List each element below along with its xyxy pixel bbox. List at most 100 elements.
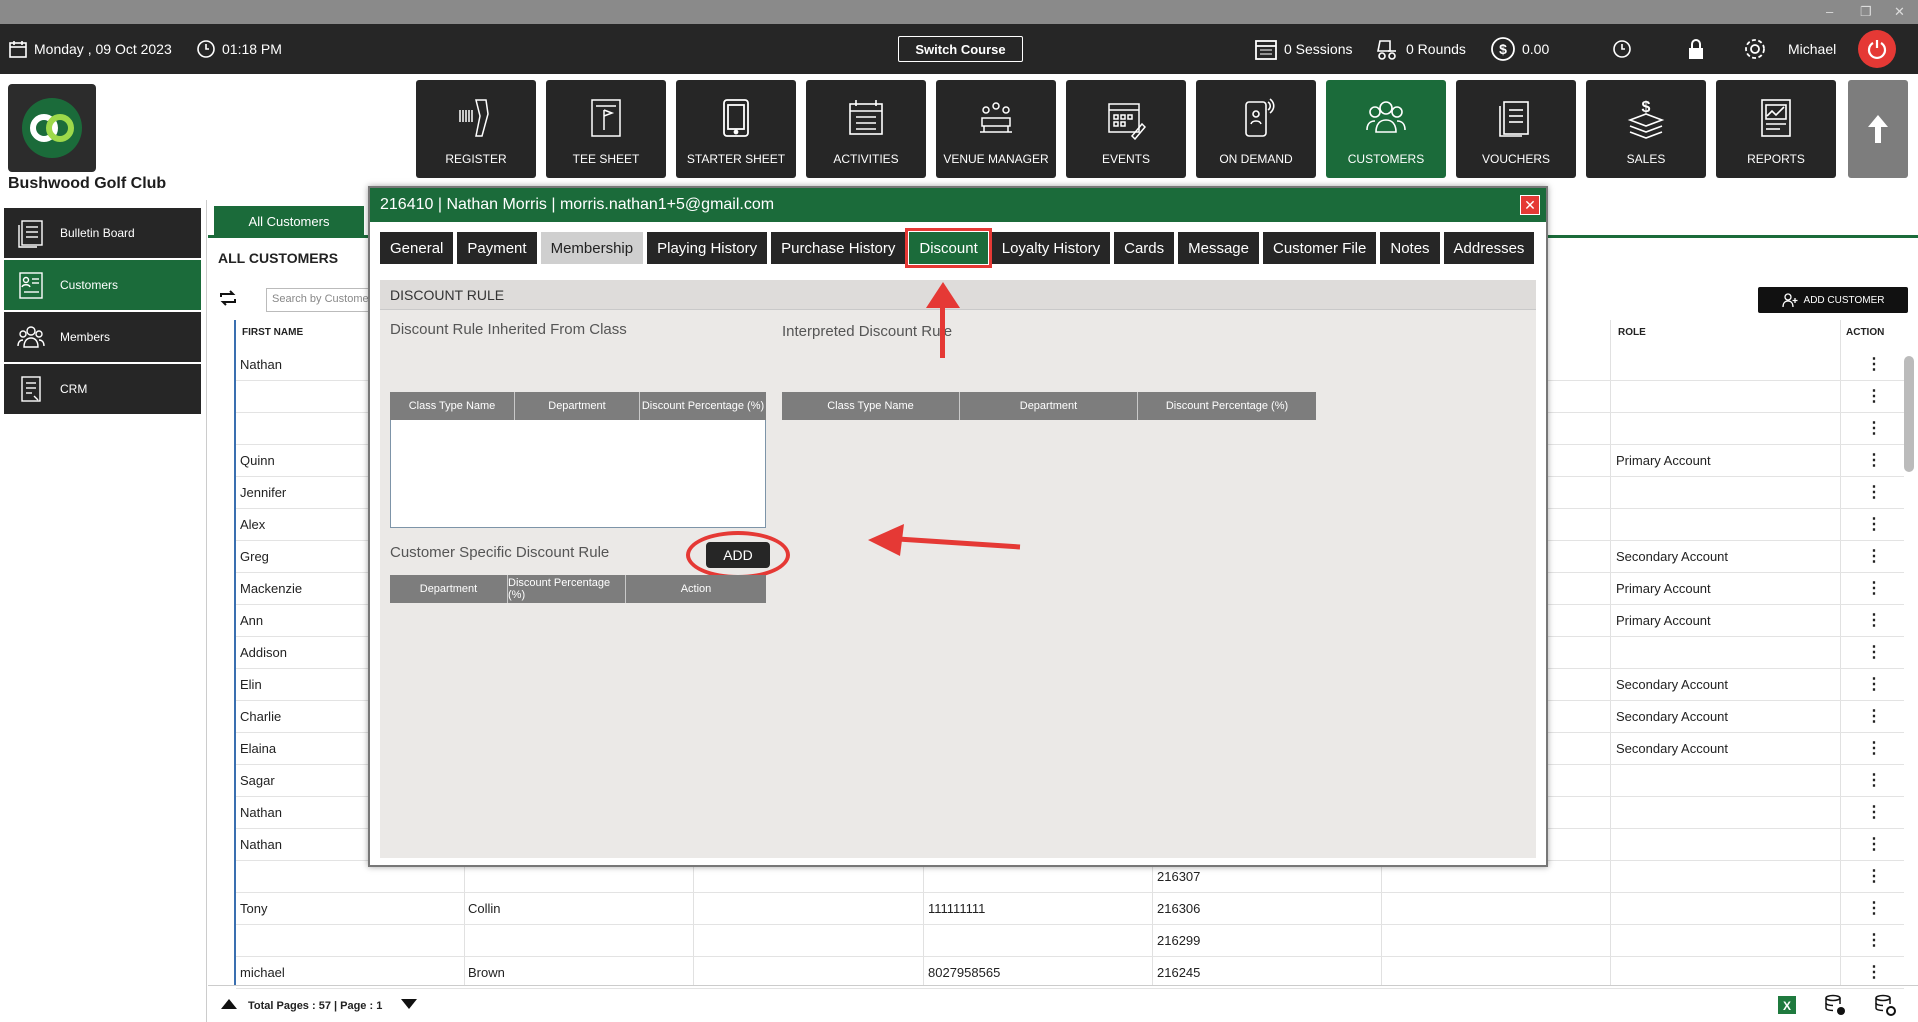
page-prev-icon[interactable] (220, 998, 238, 1013)
time-text: 01:18 PM (222, 41, 282, 57)
row-action-menu-icon[interactable]: ⋮ (1866, 866, 1882, 886)
cell-role: Primary Account (1616, 613, 1711, 628)
collapse-up-button[interactable] (1848, 80, 1908, 178)
close-window-icon[interactable]: ✕ (1894, 4, 1905, 20)
scrollbar-thumb[interactable] (1904, 356, 1914, 472)
col-class-type-name[interactable]: Class Type Name (390, 392, 515, 420)
club-logo (8, 84, 96, 172)
nav-activities-button[interactable]: ACTIVITIES (806, 80, 926, 178)
add-customer-button[interactable]: ADD CUSTOMER (1758, 287, 1908, 313)
nav-events-button[interactable]: EVENTS (1066, 80, 1186, 178)
nav-vouchers-button[interactable]: VOUCHERS (1456, 80, 1576, 178)
sidebar-item-members[interactable]: Members (4, 312, 201, 362)
nav-reports-label: REPORTS (1747, 152, 1805, 166)
database-settings-icon[interactable] (1874, 994, 1896, 1019)
row-action-menu-icon[interactable]: ⋮ (1866, 450, 1882, 470)
sidebar-divider (206, 200, 207, 1022)
refresh-icon[interactable] (218, 289, 238, 312)
lock-icon[interactable] (1686, 24, 1706, 74)
page-next-icon[interactable] (400, 998, 418, 1013)
row-action-menu-icon[interactable]: ⋮ (1866, 610, 1882, 630)
row-action-menu-icon[interactable]: ⋮ (1866, 546, 1882, 566)
modal-header: 216410 | Nathan Morris | morris.nathan1+… (370, 188, 1546, 222)
sessions-counter[interactable]: 0 Sessions (1254, 24, 1352, 74)
row-action-menu-icon[interactable]: ⋮ (1866, 834, 1882, 854)
header-role[interactable]: ROLE (1618, 327, 1646, 338)
tab-playing-history[interactable]: Playing History (647, 232, 768, 264)
nav-reports-button[interactable]: REPORTS (1716, 80, 1836, 178)
tab-customer-file[interactable]: Customer File (1263, 232, 1377, 264)
col-discount-percentage[interactable]: Discount Percentage (%) (508, 575, 626, 603)
row-action-menu-icon[interactable]: ⋮ (1866, 642, 1882, 662)
power-icon[interactable] (1858, 30, 1896, 68)
tab-addresses[interactable]: Addresses (1443, 232, 1535, 264)
col-class-type-name[interactable]: Class Type Name (782, 392, 960, 420)
tab-all-customers[interactable]: All Customers (214, 206, 364, 236)
sidebar-item-crm[interactable]: CRM (4, 364, 201, 414)
row-action-menu-icon[interactable]: ⋮ (1866, 898, 1882, 918)
tab-cards[interactable]: Cards (1114, 232, 1175, 264)
row-action-menu-icon[interactable]: ⋮ (1866, 354, 1882, 374)
user-name[interactable]: Michael (1788, 24, 1836, 74)
sidebar-item-bulletin-board[interactable]: Bulletin Board (4, 208, 201, 258)
col-discount-percentage[interactable]: Discount Percentage (%) (1138, 392, 1316, 420)
row-action-menu-icon[interactable]: ⋮ (1866, 386, 1882, 406)
col-department[interactable]: Department (390, 575, 508, 603)
add-discount-button[interactable]: ADD (706, 542, 770, 568)
switch-course-button[interactable]: Switch Course (898, 36, 1023, 62)
col-action[interactable]: Action (626, 575, 766, 603)
settings-gear-icon[interactable] (1742, 24, 1768, 74)
col-department[interactable]: Department (960, 392, 1138, 420)
nav-venue-manager-button[interactable]: VENUE MANAGER (936, 80, 1056, 178)
table-row[interactable]: 216299 ⋮ (236, 925, 1904, 957)
row-action-menu-icon[interactable]: ⋮ (1866, 770, 1882, 790)
tee-sheet-icon (591, 99, 621, 137)
header-first-name[interactable]: FIRST NAME (242, 327, 303, 338)
row-action-menu-icon[interactable]: ⋮ (1866, 738, 1882, 758)
cell-first: Nathan (240, 837, 282, 852)
tab-membership[interactable]: Membership (540, 232, 644, 264)
rounds-counter[interactable]: 0 Rounds (1374, 24, 1466, 74)
tab-notes[interactable]: Notes (1380, 232, 1440, 264)
col-discount-percentage[interactable]: Discount Percentage (%) (640, 392, 766, 420)
restore-icon[interactable]: ❐ (1860, 4, 1872, 20)
sidebar-item-customers[interactable]: Customers (4, 260, 201, 310)
row-action-menu-icon[interactable]: ⋮ (1866, 578, 1882, 598)
row-action-menu-icon[interactable]: ⋮ (1866, 930, 1882, 950)
tab-loyalty-history[interactable]: Loyalty History (991, 232, 1111, 264)
row-action-menu-icon[interactable]: ⋮ (1866, 962, 1882, 982)
nav-register-button[interactable]: REGISTER (416, 80, 536, 178)
tab-purchase-history[interactable]: Purchase History (771, 232, 906, 264)
table-row[interactable]: Tony Collin 111111111 216306 ⋮ (236, 893, 1904, 925)
add-database-icon[interactable] (1824, 994, 1846, 1019)
excel-export-icon[interactable]: X (1776, 994, 1798, 1019)
customers-icon (1366, 101, 1406, 133)
nav-on-demand-button[interactable]: ON DEMAND (1196, 80, 1316, 178)
modal-close-icon[interactable]: ✕ (1520, 195, 1540, 215)
nav-tee-sheet-label: TEE SHEET (572, 152, 640, 166)
cell-role: Primary Account (1616, 581, 1711, 596)
cell-first: Quinn (240, 453, 275, 468)
tab-general[interactable]: General (380, 232, 454, 264)
row-action-menu-icon[interactable]: ⋮ (1866, 418, 1882, 438)
row-action-menu-icon[interactable]: ⋮ (1866, 706, 1882, 726)
nav-tee-sheet-button[interactable]: TEE SHEET (546, 80, 666, 178)
cell-role: Secondary Account (1616, 741, 1729, 756)
tab-payment[interactable]: Payment (457, 232, 537, 264)
row-action-menu-icon[interactable]: ⋮ (1866, 802, 1882, 822)
nav-customers-label: CUSTOMERS (1347, 152, 1425, 166)
tab-discount[interactable]: Discount (905, 228, 992, 268)
cell-first: Tony (240, 901, 268, 916)
row-action-menu-icon[interactable]: ⋮ (1866, 514, 1882, 534)
nav-sales-button[interactable]: $ SALES (1586, 80, 1706, 178)
row-action-menu-icon[interactable]: ⋮ (1866, 482, 1882, 502)
col-department[interactable]: Department (515, 392, 640, 420)
minimize-icon[interactable]: – (1826, 4, 1833, 19)
nav-customers-button[interactable]: CUSTOMERS (1326, 80, 1446, 178)
cell-first: Elin (240, 677, 262, 692)
tab-message[interactable]: Message (1178, 232, 1259, 264)
history-clock-icon[interactable] (1612, 24, 1632, 74)
row-action-menu-icon[interactable]: ⋮ (1866, 674, 1882, 694)
nav-starter-sheet-button[interactable]: STARTER SHEET (676, 80, 796, 178)
balance-display[interactable]: $ 0.00 (1490, 24, 1549, 74)
